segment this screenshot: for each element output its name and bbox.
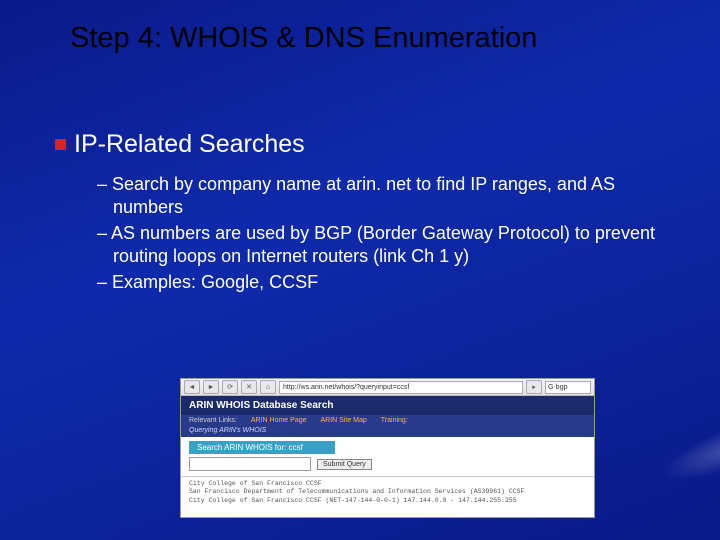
stop-button[interactable]: ✕ xyxy=(241,380,257,394)
arin-header: ARIN WHOIS Database Search xyxy=(181,396,594,415)
bullet-item: Examples: Google, CCSF xyxy=(97,271,680,294)
submit-query-button[interactable]: Submit Query xyxy=(317,459,372,470)
body-heading: IP-Related Searches xyxy=(74,130,305,159)
slide: Step 4: WHOIS & DNS Enumeration IP-Relat… xyxy=(0,0,720,540)
bullet-item: AS numbers are used by BGP (Border Gatew… xyxy=(97,222,680,267)
body-heading-row: IP-Related Searches xyxy=(55,130,680,159)
embedded-screenshot: ◄ ► ⟳ ✕ ⌂ http://ws.arin.net/whois/?quer… xyxy=(180,378,595,518)
result-line: San Francisco Department of Telecommunic… xyxy=(189,488,524,495)
arin-search-row: Submit Query xyxy=(181,454,594,477)
result-line: City College of San Francisco CCSF xyxy=(189,480,322,487)
arin-search-label: Search ARIN WHOIS for: ccsf xyxy=(189,441,335,454)
forward-button[interactable]: ► xyxy=(203,380,219,394)
search-value: bgp xyxy=(556,384,568,391)
reload-button[interactable]: ⟳ xyxy=(222,380,238,394)
browser-toolbar: ◄ ► ⟳ ✕ ⌂ http://ws.arin.net/whois/?quer… xyxy=(181,379,594,396)
arin-sitemap-link[interactable]: ARIN Site Map xyxy=(321,417,367,424)
arin-subtitle: Querying ARIN's WHOIS xyxy=(181,426,594,437)
slide-title: Step 4: WHOIS & DNS Enumeration xyxy=(70,22,680,55)
browser-search[interactable]: G·bgp xyxy=(545,381,591,394)
relevant-links-label: Relevant Links: xyxy=(189,417,237,424)
url-bar[interactable]: http://ws.arin.net/whois/?queryinput=ccs… xyxy=(279,381,523,394)
result-line: City College of San Francisco CCSF (NET-… xyxy=(189,497,517,504)
slide-body: IP-Related Searches Search by company na… xyxy=(55,130,680,298)
arin-search-input[interactable] xyxy=(189,457,311,471)
go-button[interactable]: ▸ xyxy=(526,380,542,394)
search-engine-prefix: G xyxy=(548,384,553,391)
decorative-flare xyxy=(656,428,720,493)
home-button[interactable]: ⌂ xyxy=(260,380,276,394)
bullet-item: Search by company name at arin. net to f… xyxy=(97,173,680,218)
back-button[interactable]: ◄ xyxy=(184,380,200,394)
arin-results: City College of San Francisco CCSF San F… xyxy=(181,477,594,508)
bullet-icon xyxy=(55,139,66,150)
arin-home-link[interactable]: ARIN Home Page xyxy=(251,417,307,424)
arin-links-row: Relevant Links: ARIN Home Page ARIN Site… xyxy=(181,415,594,426)
arin-training-link[interactable]: Training: xyxy=(381,417,408,424)
